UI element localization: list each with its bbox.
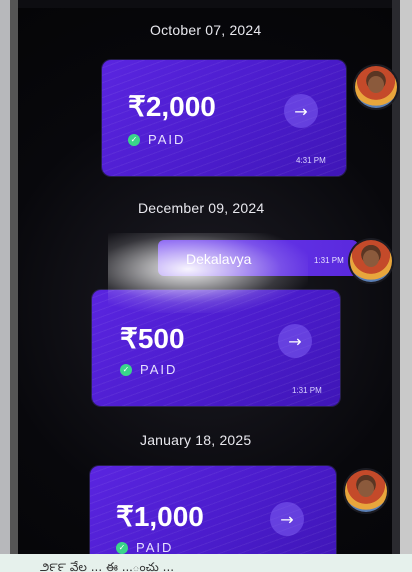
payment-status-label: PAID [140,362,178,377]
payment-amount: ₹500 [120,323,185,354]
payment-card[interactable]: ₹2,000 ✓ PAID → 4:31 PM [102,60,346,176]
arrow-right-icon[interactable]: → [278,324,312,358]
phone-photo: October 07, 2024 ₹2,000 ✓ PAID → 4:31 PM… [0,0,412,554]
payment-amount: ₹1,000 [116,501,204,532]
payment-status-label: PAID [136,540,174,554]
payment-status-label: PAID [148,132,186,147]
date-label: December 09, 2024 [138,200,265,216]
message-bubble[interactable]: Dekalavya 1:31 PM [158,240,358,276]
payment-status: ✓ PAID [128,132,185,147]
avatar [345,470,387,512]
avatar [355,66,397,108]
payment-status: ✓ PAID [116,540,173,554]
check-circle-icon: ✓ [128,133,140,146]
date-label: January 18, 2025 [140,432,252,448]
arrow-right-icon[interactable]: → [270,502,304,536]
avatar [350,240,392,282]
check-circle-icon: ✓ [116,541,128,554]
payment-time: 4:31 PM [296,156,326,165]
arrow-right-icon[interactable]: → [284,94,318,128]
chat-screen: October 07, 2024 ₹2,000 ✓ PAID → 4:31 PM… [18,8,397,554]
contact-name: Dekalavya [186,251,252,267]
payment-status: ✓ PAID [120,362,177,377]
payment-amount: ₹2,000 [128,91,216,122]
payment-time: 1:31 PM [292,386,322,395]
check-circle-icon: ✓ [120,363,132,376]
date-label: October 07, 2024 [150,22,262,38]
caption-bar: ౨౯౯ వేల ... ఈ ...ంచు ... [0,554,412,572]
message-time: 1:31 PM [314,256,344,265]
caption-text: ౨౯౯ వేల ... ఈ ...ంచు ... [40,560,175,572]
payment-card[interactable]: ₹500 ✓ PAID → 1:31 PM [92,290,340,406]
payment-card[interactable]: ₹1,000 ✓ PAID → [90,466,336,554]
